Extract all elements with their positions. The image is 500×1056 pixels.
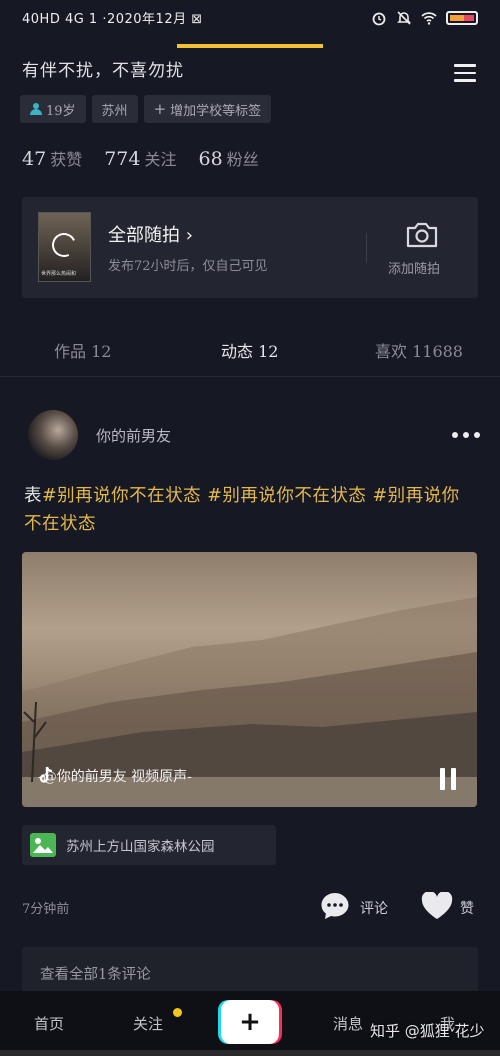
tab-moments[interactable]: 动态 12 [221,338,278,362]
status-left-text: 40HD 4G 1 ·2020年12月 ⊠ [22,12,203,27]
plus-icon: + [153,100,167,118]
profile-tags: 19岁 苏州 + 增加学校等标签 [20,95,272,123]
nav-home[interactable]: 首页 [34,1013,64,1034]
like-label[interactable]: 赞 [460,898,474,918]
profile-tabs: 作品 12 动态 12 喜欢 11688 [0,328,500,376]
mute-icon [397,11,411,25]
location-chip[interactable]: 苏州上方山国家森林公园 [22,825,276,865]
stat-likes[interactable]: 47 获赞 [22,146,82,170]
heart-icon[interactable] [421,892,453,920]
nav-following[interactable]: 关注 [133,1013,163,1034]
post-time: 7分钟前 [22,902,70,917]
map-image-icon [30,833,56,857]
stat-likes-label: 获赞 [50,150,83,169]
view-all-comments-button[interactable]: 查看全部1条评论 [22,947,478,997]
nav-messages[interactable]: 消息 [333,1013,363,1034]
watermark: 知乎 @狐狸·花少 [370,1022,485,1040]
post-author[interactable]: 你的前男友 [96,425,171,446]
battery-icon [446,11,478,25]
caption-hashtags[interactable]: #别再说你不在状态 #别再说你不在状态 #别再说你不在状态 [24,486,460,534]
tiktok-note-icon [39,766,53,783]
caption-prefix: 表 [24,486,42,506]
video-sound-label[interactable]: -@你的前男友 视频原声- [38,766,192,786]
loading-ring-icon [48,229,80,261]
view-all-comments-label: 查看全部1条评论 [40,967,151,983]
story-subtitle: 发布72小时后，仅自己可见 [108,259,268,274]
story-title-link[interactable]: 全部随拍 › [108,221,193,247]
add-story-button[interactable]: 添加随拍 [388,258,440,277]
age-tag-label: 19岁 [46,103,76,119]
pause-icon[interactable] [440,768,456,790]
status-bar: 40HD 4G 1 ·2020年12月 ⊠ [0,0,500,38]
camera-icon[interactable] [405,221,439,249]
video-info: -@你的前男友 视频原声- [38,766,192,786]
stat-following-num: 774 [104,148,141,170]
post-video[interactable]: -@你的前男友 视频原声- [22,552,477,807]
story-card: 世界那么热闹和 全部随拍 › 发布72小时后，仅自己可见 添加随拍 [22,197,478,298]
status-icons [371,10,478,26]
location-label: 苏州上方山国家森林公园 [66,839,215,855]
comment-icon[interactable] [320,891,350,921]
add-school-tag-label: 增加学校等标签 [170,103,262,119]
tabs-divider [0,376,500,377]
alarm-icon [372,12,386,26]
wifi-icon [421,12,437,25]
avatar[interactable] [28,410,78,460]
stat-followers-num: 68 [198,148,223,170]
create-post-button[interactable]: + [221,1000,279,1044]
comment-label[interactable]: 评论 [360,898,388,918]
stat-following[interactable]: 774 关注 [104,146,176,170]
add-school-tag-button[interactable]: + 增加学校等标签 [143,95,272,123]
chevron-right-icon: › [185,225,193,246]
profile-stats: 47 获赞 774 关注 68 粉丝 [22,146,259,170]
notification-dot [173,1008,182,1017]
profile-signature: 有伴不扰，不喜勿扰 [22,61,184,81]
more-options-icon[interactable] [452,432,480,438]
hamburger-menu-icon[interactable] [454,64,476,82]
active-tab-indicator [177,44,323,48]
age-tag: 19岁 [20,95,86,123]
story-thumbnail-caption: 世界那么热闹和 [41,271,77,277]
stat-followers-label: 粉丝 [226,150,259,169]
system-bottom-bar [0,1050,500,1056]
story-title: 全部随拍 [108,225,180,246]
stat-likes-num: 47 [22,148,47,170]
person-icon [30,103,42,115]
story-thumbnail[interactable]: 世界那么热闹和 [38,212,91,282]
tab-likes[interactable]: 喜欢 11688 [375,338,463,362]
city-tag-label: 苏州 [101,103,128,119]
post-caption: 表#别再说你不在状态 #别再说你不在状态 #别再说你不在状态 [24,482,476,538]
tab-works[interactable]: 作品 12 [54,338,111,362]
stat-following-label: 关注 [144,150,177,169]
card-divider [366,233,367,263]
stat-followers[interactable]: 68 粉丝 [198,146,258,170]
city-tag: 苏州 [91,95,138,123]
